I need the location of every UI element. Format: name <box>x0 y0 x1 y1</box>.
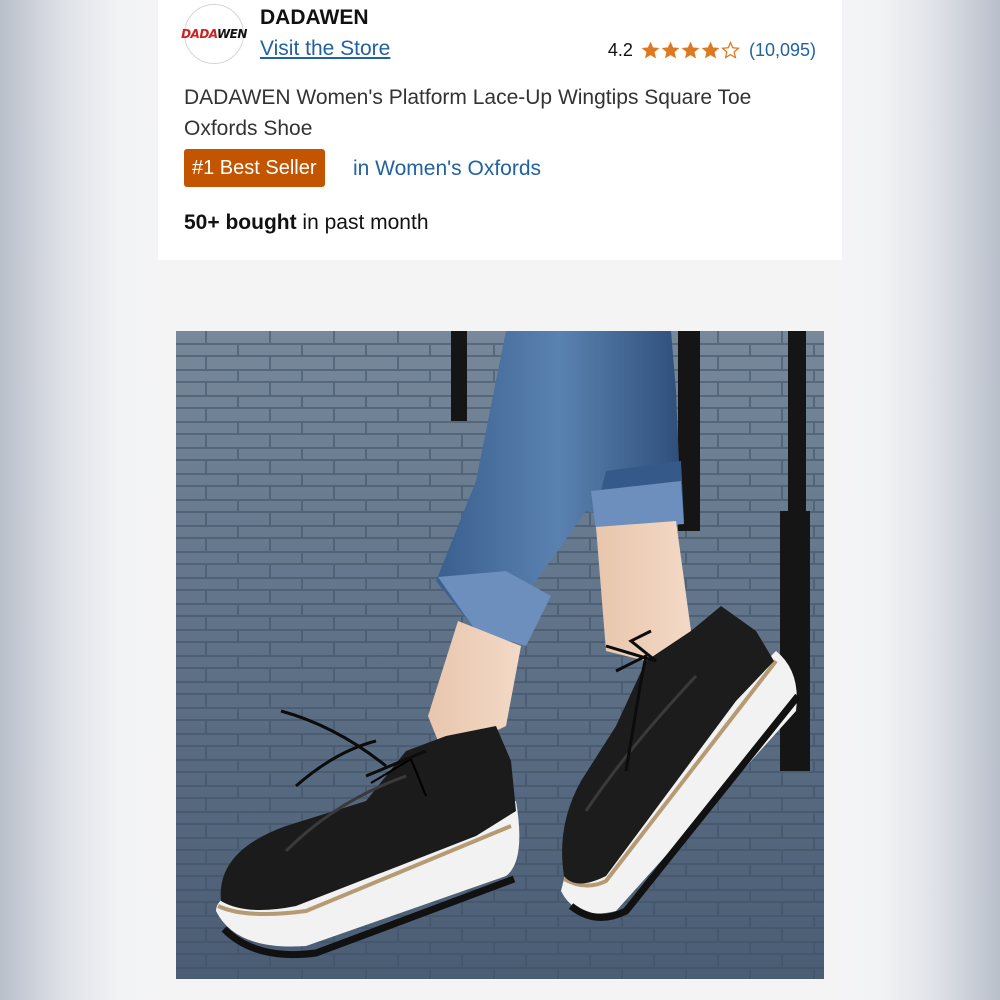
rating-stars <box>641 41 741 60</box>
star-full-icon <box>681 41 700 59</box>
store-name: DADAWEN <box>260 6 369 29</box>
store-logo-text: DADAWEN <box>181 27 247 41</box>
product-title: DADAWEN Women's Platform Lace-Up Wingtip… <box>184 86 752 140</box>
star-empty-icon <box>720 41 740 59</box>
purchase-count-bold: 50+ bought <box>184 211 297 234</box>
rating-value: 4.2 <box>607 40 633 60</box>
visit-store-link[interactable]: Visit the Store <box>260 37 390 61</box>
product-header: DADAWEN DADAWEN Visit the Store 4.2 (10,… <box>158 0 842 260</box>
purchase-count: 50+ bought in past month <box>184 211 429 235</box>
product-image[interactable] <box>176 331 824 979</box>
star-full-icon <box>661 41 680 59</box>
rating-count-link[interactable]: (10,095) <box>749 40 816 61</box>
store-logo[interactable]: DADAWEN <box>181 4 247 64</box>
star-full-icon <box>641 41 660 59</box>
best-seller-category-link[interactable]: in Women's Oxfords <box>353 157 541 181</box>
product-photo-illustration <box>176 331 824 979</box>
rating-summary[interactable]: 4.2 (10,095) <box>608 40 816 61</box>
purchase-count-rest: in past month <box>296 211 429 234</box>
star-full-icon <box>701 41 720 59</box>
best-seller-badge[interactable]: #1 Best Seller <box>184 149 325 187</box>
product-page: DADAWEN DADAWEN Visit the Store 4.2 (10,… <box>158 0 842 1000</box>
